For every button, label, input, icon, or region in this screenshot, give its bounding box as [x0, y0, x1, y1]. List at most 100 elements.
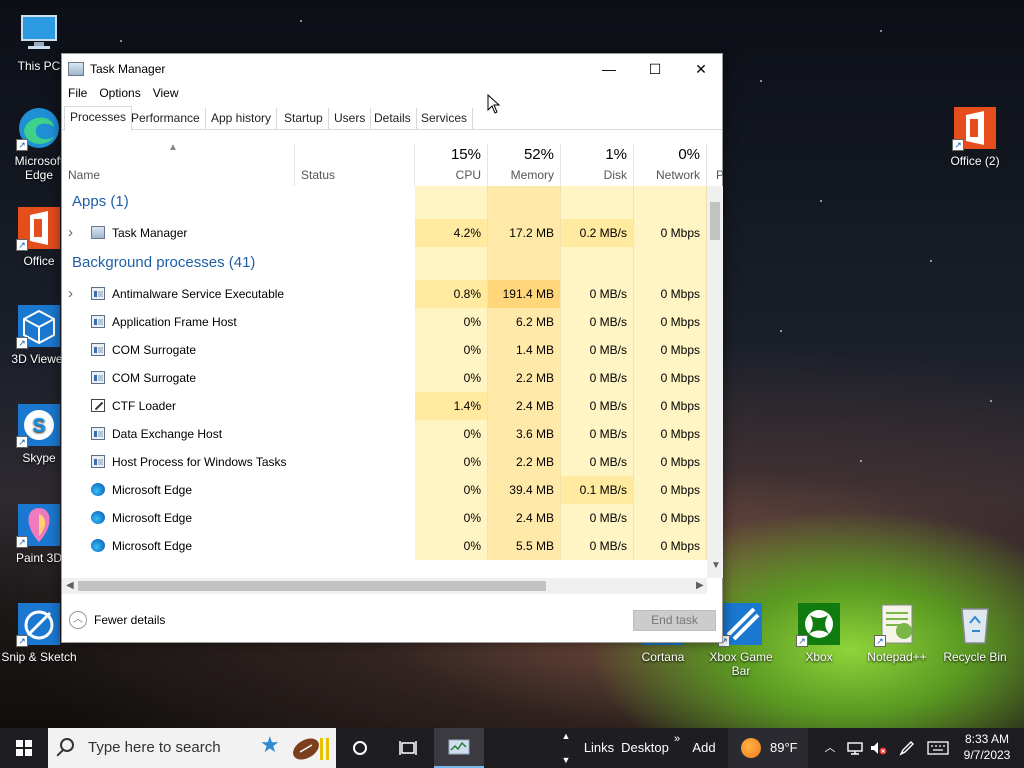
column-header-disk[interactable]: 1% Disk	[561, 144, 634, 186]
tab-services[interactable]: Services	[416, 108, 474, 130]
volume-button[interactable]	[868, 728, 890, 768]
column-header-memory[interactable]: 52% Memory	[488, 144, 561, 186]
volume-muted-icon	[871, 742, 887, 755]
search-icon	[60, 738, 74, 752]
menu-bar: File Options View	[62, 84, 185, 104]
scroll-left-icon[interactable]: ◀	[66, 580, 74, 591]
chevron-up-icon[interactable]: ︿	[69, 611, 87, 629]
disk-value: 0 MB/s	[561, 448, 634, 476]
process-name: Data Exchange Host	[112, 427, 223, 441]
toolbar-desktop[interactable]: Desktop	[620, 728, 670, 768]
process-row[interactable]: Microsoft Edge 0% 39.4 MB 0.1 MB/s 0 Mbps	[62, 476, 707, 504]
touch-keyboard-button[interactable]	[924, 728, 952, 768]
process-row[interactable]: Microsoft Edge 0% 5.5 MB 0 MB/s 0 Mbps	[62, 532, 707, 560]
process-row[interactable]: Data Exchange Host 0% 3.6 MB 0 MB/s 0 Mbps	[62, 420, 707, 448]
end-task-button[interactable]: End task	[633, 610, 716, 631]
recycle-bin-icon	[952, 601, 998, 647]
title-bar[interactable]: Task Manager — ☐ ✕	[62, 54, 722, 84]
network-total: 0%	[678, 146, 700, 163]
scroll-thumb[interactable]	[78, 581, 546, 591]
toolbar-overflow-icon[interactable]: »	[670, 728, 684, 768]
football-icon	[293, 738, 329, 760]
process-row[interactable]: CTF Loader 1.4% 2.4 MB 0 MB/s 0 Mbps	[62, 392, 707, 420]
minimize-button[interactable]: —	[586, 54, 632, 84]
process-name: Task Manager	[112, 226, 188, 240]
chevron-down-icon[interactable]: ▼	[558, 754, 574, 766]
skype-icon: S ↗	[16, 402, 62, 448]
process-row[interactable]: Application Frame Host 0% 6.2 MB 0 MB/s 0 Mb…	[62, 308, 707, 336]
pen-workspace-button[interactable]	[896, 728, 918, 768]
desktop-icon-label: Office (2)	[950, 154, 1000, 168]
column-label: Disk	[603, 168, 627, 182]
tab-startup[interactable]: Startup	[279, 108, 329, 130]
process-row[interactable]: › Task Manager 4.2% 17.2 MB 0.2 MB/s 0 Mbps	[62, 219, 707, 247]
desktop-icon-label: Snip & Sketch	[1, 650, 77, 664]
clock[interactable]: 8:33 AM 9/7/2023	[958, 731, 1016, 763]
3d-viewer-icon: ↗	[16, 303, 62, 349]
weather-widget[interactable]: 89°F	[728, 728, 808, 768]
taskbar-task-manager[interactable]	[434, 728, 484, 768]
menu-options[interactable]: Options	[93, 84, 146, 100]
edge-icon	[91, 539, 105, 552]
cpu-value: 0%	[415, 336, 488, 364]
snip-sketch-icon: ↗	[16, 601, 62, 647]
xbox-game-bar-icon: ↗	[718, 601, 764, 647]
desktop-icon-recycle-bin[interactable]: Recycle Bin	[936, 601, 1014, 664]
process-row[interactable]: Microsoft Edge 0% 2.4 MB 0 MB/s 0 Mbps	[62, 504, 707, 532]
vertical-scrollbar[interactable]: ▼	[707, 186, 723, 578]
search-box[interactable]: Type here to search ★	[48, 728, 336, 768]
cpu-value: 0%	[415, 476, 488, 504]
menu-file[interactable]: File	[62, 84, 93, 100]
toolbar-add[interactable]: Add	[688, 728, 720, 768]
process-row[interactable]: Host Process for Windows Tasks 0% 2.2 MB 0 …	[62, 448, 707, 476]
network-button[interactable]	[844, 728, 866, 768]
tab-performance[interactable]: Performance	[126, 108, 206, 130]
column-header-status[interactable]: Status	[295, 144, 415, 186]
menu-view[interactable]: View	[147, 84, 185, 100]
column-header-cpu[interactable]: 15% CPU	[415, 144, 488, 186]
tab-processes[interactable]: Processes	[64, 106, 133, 131]
fewer-details-link[interactable]: Fewer details	[94, 613, 165, 627]
start-button[interactable]	[0, 728, 48, 768]
desktop-icon-office-2[interactable]: ↗ Office (2)	[936, 105, 1014, 168]
heat-cell	[561, 186, 634, 219]
column-header-name[interactable]: Name	[62, 144, 295, 186]
column-header-power[interactable]: P	[707, 144, 723, 186]
close-button[interactable]: ✕	[678, 54, 724, 84]
edge-icon	[91, 511, 105, 524]
process-row[interactable]: COM Surrogate 0% 2.2 MB 0 MB/s 0 Mbps	[62, 364, 707, 392]
heat-cell	[561, 247, 634, 280]
column-header-network[interactable]: 0% Network	[634, 144, 707, 186]
scroll-thumb[interactable]	[710, 202, 720, 240]
process-row[interactable]: › Antimalware Service Executable 0.8% 191.4…	[62, 280, 707, 308]
paint-3d-icon: ↗	[16, 502, 62, 548]
search-placeholder: Type here to search	[88, 739, 221, 756]
disk-total: 1%	[605, 146, 627, 163]
column-label: Network	[655, 168, 700, 182]
task-view-button[interactable]	[386, 728, 430, 768]
expand-chevron-icon[interactable]: ›	[68, 219, 73, 247]
cortana-button[interactable]	[338, 728, 382, 768]
scroll-down-icon[interactable]: ▼	[711, 560, 721, 571]
footer: ︿ Fewer details End task	[62, 604, 722, 644]
heat-cell	[634, 247, 707, 280]
desktop-icon-xbox[interactable]: ↗ Xbox	[780, 601, 858, 664]
tab-details[interactable]: Details	[369, 108, 417, 130]
toolbar-links[interactable]: Links	[582, 728, 616, 768]
scroll-right-icon[interactable]: ▶	[696, 580, 704, 591]
chevron-up-icon[interactable]: ▲	[558, 730, 574, 742]
cpu-value: 0.8%	[415, 280, 488, 308]
expand-chevron-icon[interactable]: ›	[68, 280, 73, 308]
sun-icon	[741, 738, 761, 758]
tab-app-history[interactable]: App history	[206, 108, 278, 130]
show-hidden-icons-icon[interactable]: ︿	[820, 728, 840, 768]
toolbar-scroll[interactable]: ▲ ▼	[558, 728, 574, 768]
process-row[interactable]: COM Surrogate 0% 1.4 MB 0 MB/s 0 Mbps	[62, 336, 707, 364]
disk-value: 0.2 MB/s	[561, 219, 634, 247]
horizontal-scrollbar[interactable]: ◀ ▶	[62, 578, 707, 594]
maximize-button[interactable]: ☐	[632, 54, 678, 84]
desktop-icon-notepadpp[interactable]: ↗ Notepad++	[858, 601, 936, 664]
tab-users[interactable]: Users	[329, 108, 372, 130]
windows-logo-icon	[16, 740, 32, 756]
column-label: P	[716, 168, 723, 182]
